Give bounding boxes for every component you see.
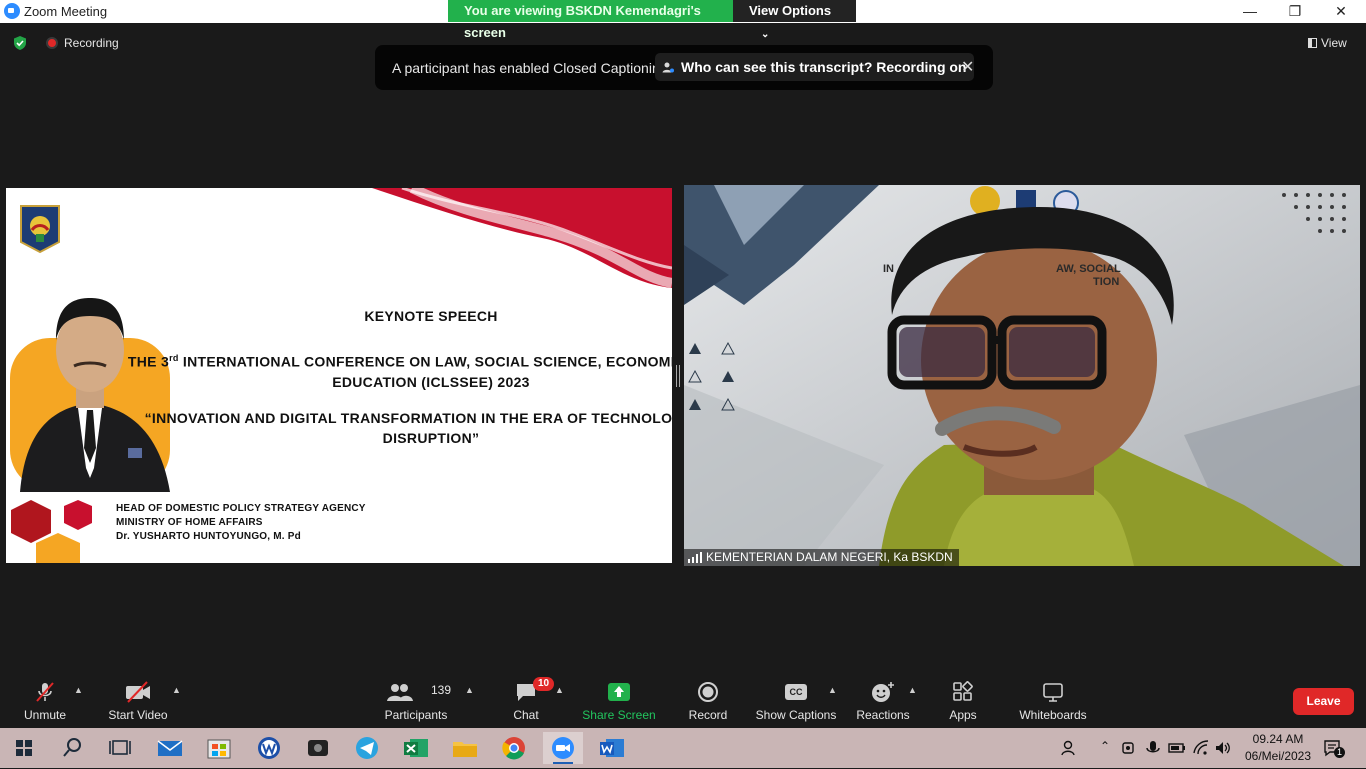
excel-icon[interactable] [396,732,436,764]
speaker-position: HEAD OF DOMESTIC POLICY STRATEGY AGENCY [116,503,366,514]
audio-options-caret[interactable]: ▲ [74,685,83,695]
mail-icon[interactable] [150,732,190,764]
meeting-toolbar: Unmute ▲ Start Video ▲ 139 Participants … [0,675,1366,728]
shared-screen-slide: KEYNOTE SPEECH THE 3rd INTERNATIONAL CON… [6,188,672,563]
window-title: Zoom Meeting [24,4,108,19]
participants-icon [387,684,413,701]
smiley-plus-icon [872,682,894,702]
whiteboards-label: Whiteboards [1019,708,1087,722]
view-button[interactable]: View [1308,36,1347,50]
speaker-ministry: MINISTRY OF HOME AFFAIRS [116,517,263,528]
participant-name-text: KEMENTERIAN DALAM NEGERI, Ka BSKDN [706,550,953,564]
chrome-icon[interactable] [494,732,534,764]
participants-options-caret[interactable]: ▲ [465,685,474,695]
zoom-taskbar-button[interactable] [543,732,583,764]
unmute-button[interactable]: Unmute [0,675,90,728]
speaker-name: Dr. YUSHARTO HUNTOYUNGO, M. Pd [116,531,301,542]
chat-button[interactable]: 10 Chat [481,675,571,728]
task-view-icon[interactable] [100,732,140,764]
slide-speaker-credits: HEAD OF DOMESTIC POLICY STRATEGY AGENCY … [116,502,366,544]
store-icon[interactable] [199,732,239,764]
transcript-info-label: Who can see this transcript? Recording o… [681,59,967,75]
slide-heading-theme: “INNOVATION AND DIGITAL TRANSFORMATION I… [144,410,672,446]
zoom-app-icon [4,3,20,19]
participant-name-label: KEMENTERIAN DALAM NEGERI, Ka BSKDN [684,549,959,566]
notifications-button[interactable]: 1 [1323,739,1347,758]
start-video-button[interactable]: Start Video [93,675,183,728]
viewing-banner: You are viewing BSKDN Kemendagri's scree… [448,0,856,40]
chevron-up-icon[interactable]: ⌃ [1096,739,1114,757]
wps-icon[interactable] [249,732,289,764]
apps-button[interactable]: Apps [918,675,1008,728]
whiteboards-button[interactable]: Whiteboards [1008,675,1098,728]
closed-captions-icon: CC [785,684,807,700]
ministry-emblem-logo [20,205,60,254]
close-window-button[interactable]: ✕ [1318,0,1364,23]
participants-label: Participants [384,708,448,722]
chevron-down-icon: ⌄ [761,29,770,40]
battery-icon[interactable] [1168,739,1186,757]
red-wave-decoration [372,188,672,288]
backdrop-title: IN AW, SOCIAL [883,263,1121,275]
video-off-icon [126,681,150,703]
video-frame [684,185,1360,566]
recording-icon [46,37,58,49]
close-notification-button[interactable]: ✕ [961,57,974,77]
chat-unread-badge: 10 [533,677,555,691]
shield-icon[interactable] [12,35,28,51]
signal-strength-icon [688,552,702,563]
record-icon [698,682,718,702]
camera-app-icon[interactable] [298,732,338,764]
zoom-icon [552,737,574,759]
clock-time: 09.24 AM [1252,732,1304,746]
record-button[interactable]: Record [663,675,753,728]
windows-taskbar: ⌃ 09.24 AM 06/Mei/2023 1 [0,728,1366,768]
webcam-icon[interactable] [1120,739,1138,757]
notification-count: 1 [1334,747,1346,758]
microphone-icon[interactable] [1144,739,1162,757]
captions-options-caret[interactable]: ▲ [828,685,837,695]
view-options-button[interactable]: View Options ⌄ [733,0,856,40]
taskbar-clock[interactable]: 09.24 AM 06/Mei/2023 [1238,731,1318,765]
share-screen-button[interactable]: Share Screen [574,675,664,728]
search-icon[interactable] [52,732,92,764]
reactions-options-caret[interactable]: ▲ [908,685,917,695]
viewing-banner-text: You are viewing BSKDN Kemendagri's scree… [448,0,733,40]
view-options-label: View Options [749,3,832,18]
maximize-button[interactable]: ❐ [1272,0,1318,23]
start-icon[interactable] [4,732,44,764]
wifi-icon[interactable] [1192,739,1210,757]
slide-heading-conference: THE 3rd INTERNATIONAL CONFERENCE ON LAW,… [127,353,672,390]
word-icon[interactable] [592,732,632,764]
leave-button[interactable]: Leave [1293,688,1354,715]
file-explorer-icon[interactable] [445,732,485,764]
people-icon[interactable] [1060,739,1078,757]
volume-icon[interactable] [1214,739,1232,757]
apps-grid-icon [953,681,973,701]
caption-notification-text: A participant has enabled Closed Caption… [392,60,668,76]
hexagon-decoration [11,500,92,563]
whiteboard-icon [1043,683,1063,702]
view-label: View [1321,36,1347,50]
slide-heading-keynote: KEYNOTE SPEECH [364,308,498,324]
person-icon [662,62,674,73]
start-video-label: Start Video [108,708,168,722]
backdrop-subtitle: TION [1093,276,1120,288]
clock-date: 06/Mei/2023 [1244,749,1312,763]
view-layout-icon [1308,38,1317,48]
chat-options-caret[interactable]: ▲ [555,685,564,695]
participants-count: 139 [431,683,452,697]
participant-video-tile[interactable]: IN AW, SOCIAL TION KEMENTERIAN DALAM NEGE… [684,185,1360,566]
video-options-caret[interactable]: ▲ [172,685,181,695]
muted-microphone-icon [36,682,54,702]
minimize-button[interactable]: — [1227,0,1273,23]
transcript-info-button[interactable]: Who can see this transcript? Recording o… [655,53,975,81]
share-screen-icon [608,683,630,701]
split-view-handle[interactable] [676,365,680,387]
caption-notification: A participant has enabled Closed Caption… [375,45,993,90]
telegram-icon[interactable] [347,732,387,764]
participants-button[interactable]: 139 Participants [371,675,461,728]
recording-label: Recording [64,36,119,50]
